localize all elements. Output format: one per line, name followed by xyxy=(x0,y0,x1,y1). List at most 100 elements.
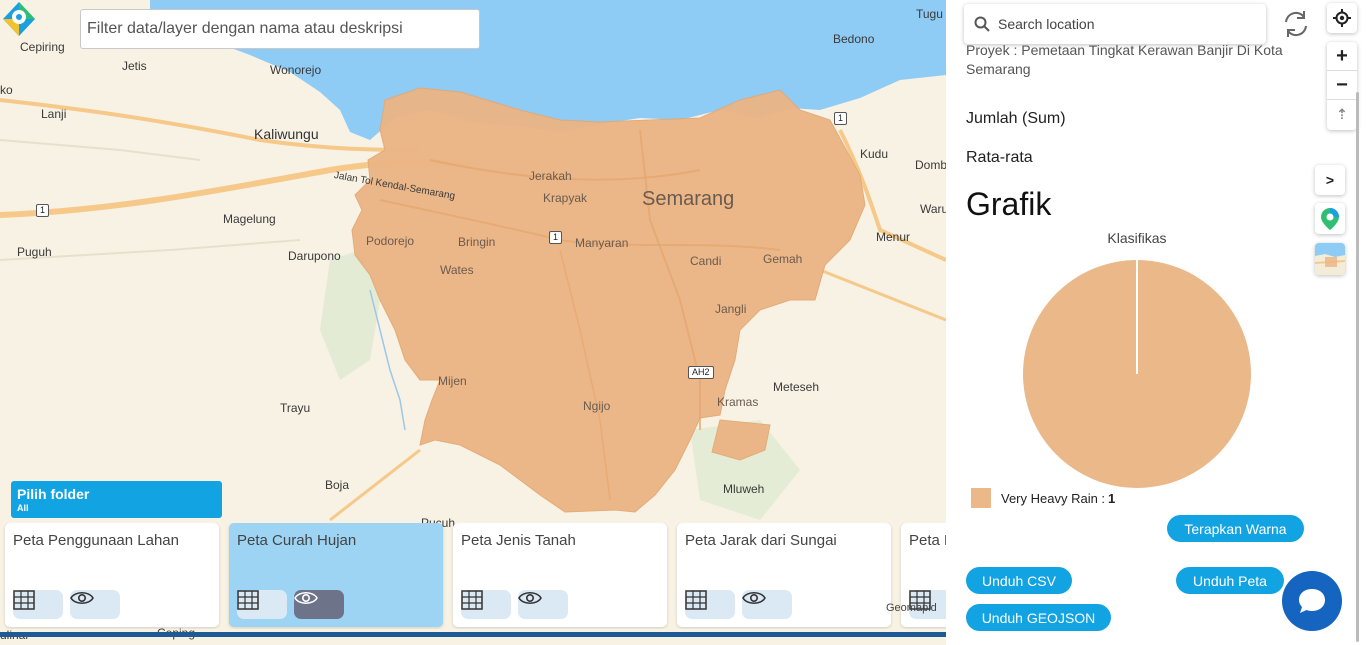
expand-panel-button[interactable]: > xyxy=(1315,165,1345,195)
map-label-boja: Boja xyxy=(325,478,350,492)
layer-card-list: Peta Penggunaan Lahan Peta Curah Hujan P… xyxy=(0,523,946,629)
map-label-jetis: Jetis xyxy=(122,59,147,73)
road-shield-1: 1 xyxy=(834,112,848,125)
map-label-kaliwungu: Kaliwungu xyxy=(254,126,319,142)
map-pin-button[interactable] xyxy=(1315,203,1345,234)
map-label-bedono: Bedono xyxy=(833,32,875,46)
map-pin-icon xyxy=(1321,207,1339,230)
map-label-dombo: Dombo xyxy=(915,158,946,172)
chart-heading: Grafik xyxy=(966,186,1052,222)
download-csv-button[interactable]: Unduh CSV xyxy=(966,567,1072,594)
basemap-thumbnail-icon xyxy=(1315,243,1345,275)
location-search-box[interactable] xyxy=(964,4,1266,44)
app-logo-icon[interactable] xyxy=(0,0,38,38)
attribute-table-button[interactable] xyxy=(237,590,287,619)
map-label-bringin: Bringin xyxy=(458,235,496,249)
map-label-darupono: Darupono xyxy=(288,249,341,263)
legend-label: Very Heavy Rain : xyxy=(1001,490,1106,506)
zoom-controls: + − ⇡ xyxy=(1327,42,1357,130)
crosshair-icon xyxy=(1333,9,1351,27)
map-label-magelung: Magelung xyxy=(223,212,276,226)
download-geojson-button[interactable]: Unduh GEOJSON xyxy=(966,604,1111,631)
table-icon xyxy=(685,590,707,610)
map-label-cepiring: Cepiring xyxy=(20,40,65,54)
map-label-lanji: Lanji xyxy=(41,107,67,121)
map-label-gemah: Gemah xyxy=(763,252,803,266)
table-icon xyxy=(461,590,483,610)
map-label-podorejo: Podorejo xyxy=(366,234,415,248)
compass-icon[interactable]: ⇡ xyxy=(1327,100,1357,129)
average-label: Rata-rata xyxy=(966,149,1033,166)
attribute-table-button[interactable] xyxy=(685,590,735,619)
map-label-mluweh: Mluweh xyxy=(723,482,765,496)
layer-card-title: Peta Ketinggian xyxy=(909,532,946,549)
layer-card[interactable]: Peta Jarak dari Sungai xyxy=(677,523,891,627)
pie-chart: Klasifikas Very Heavy Rain : 1 xyxy=(966,226,1306,516)
sum-label: Jumlah (Sum) xyxy=(966,110,1066,127)
basemap-switcher-button[interactable] xyxy=(1315,243,1345,275)
map-label-ko: ko xyxy=(0,83,13,97)
map-label-tugu: Tugu xyxy=(916,7,943,21)
road-shield-1: 1 xyxy=(549,231,563,244)
layer-card[interactable]: Peta Curah Hujan xyxy=(229,523,443,627)
zoom-in-button[interactable]: + xyxy=(1327,42,1357,71)
map-label-wonorejo: Wonorejo xyxy=(270,63,322,77)
legend-value: 1 xyxy=(1108,490,1116,506)
choose-folder-button[interactable]: Pilih folder All xyxy=(11,481,222,518)
panel-scrollbar[interactable] xyxy=(1356,92,1359,642)
layer-filter-input[interactable] xyxy=(80,9,480,49)
map-label-krapyak: Krapyak xyxy=(543,191,588,205)
project-title: Proyek : Pemetaan Tingkat Kerawan Banjir… xyxy=(966,42,1283,77)
map-label-ngijo: Ngijo xyxy=(583,399,611,413)
road-shield-ah2: AH2 xyxy=(688,366,714,379)
stats-panel: Proyek : Pemetaan Tingkat Kerawan Banjir… xyxy=(946,0,1366,645)
map-label-trayu: Trayu xyxy=(280,401,311,415)
map-attribution[interactable]: Geomapid xyxy=(886,602,937,614)
map-label-mijen: Mijen xyxy=(438,374,467,388)
toggle-visibility-button[interactable] xyxy=(518,590,568,619)
eye-icon xyxy=(294,591,318,605)
map-label-jangli: Jangli xyxy=(715,302,747,316)
map-label-jerakah: Jerakah xyxy=(529,169,572,183)
folder-title: Pilih folder xyxy=(17,486,90,502)
attribute-table-button[interactable] xyxy=(13,590,63,619)
layer-card[interactable]: Peta Penggunaan Lahan xyxy=(5,523,219,627)
eye-icon xyxy=(518,591,542,605)
layer-card-title: Peta Penggunaan Lahan xyxy=(13,532,179,549)
attribute-table-button[interactable] xyxy=(461,590,511,619)
map-label-kudu: Kudu xyxy=(860,147,889,161)
table-icon xyxy=(237,590,259,610)
download-map-button[interactable]: Unduh Peta xyxy=(1176,567,1284,594)
pie-svg xyxy=(1023,260,1251,488)
toggle-visibility-button[interactable] xyxy=(70,590,120,619)
layer-card-title: Peta Jenis Tanah xyxy=(461,532,576,549)
search-icon xyxy=(974,16,990,32)
map-label-manyaran: Manyaran xyxy=(575,236,629,250)
bottom-bar xyxy=(0,632,946,637)
refresh-icon[interactable] xyxy=(1280,8,1312,40)
table-icon xyxy=(13,590,35,610)
apply-color-button[interactable]: Terapkan Warna xyxy=(1167,515,1304,542)
toggle-visibility-button[interactable] xyxy=(742,590,792,619)
toggle-visibility-button[interactable] xyxy=(294,590,344,619)
map-canvas[interactable]: Cepiring Jetis Wonorejo ko Lanji Kaliwun… xyxy=(0,0,946,645)
map-label-puguh: Puguh xyxy=(17,245,52,259)
location-search-input[interactable] xyxy=(998,16,1248,32)
chart-legend: Very Heavy Rain : 1 xyxy=(971,488,1115,508)
map-label-waru: Waru xyxy=(920,202,946,216)
eye-icon xyxy=(742,591,766,605)
map-label-meteseh: Meteseh xyxy=(773,380,820,394)
road-shield-1: 1 xyxy=(36,204,50,217)
zoom-out-button[interactable]: − xyxy=(1327,71,1357,100)
my-location-button[interactable] xyxy=(1327,3,1357,33)
map-label-candi: Candi xyxy=(690,254,722,268)
map-label-kramas: Kramas xyxy=(717,395,759,409)
map-label-semarang: Semarang xyxy=(642,188,735,210)
chat-bubble-icon xyxy=(1299,589,1325,613)
layer-card-title: Peta Curah Hujan xyxy=(237,532,357,549)
eye-icon xyxy=(70,591,94,605)
layer-card-title: Peta Jarak dari Sungai xyxy=(685,532,837,549)
folder-subtitle: All xyxy=(17,503,29,513)
chat-button[interactable] xyxy=(1282,571,1342,631)
layer-card[interactable]: Peta Jenis Tanah xyxy=(453,523,667,627)
